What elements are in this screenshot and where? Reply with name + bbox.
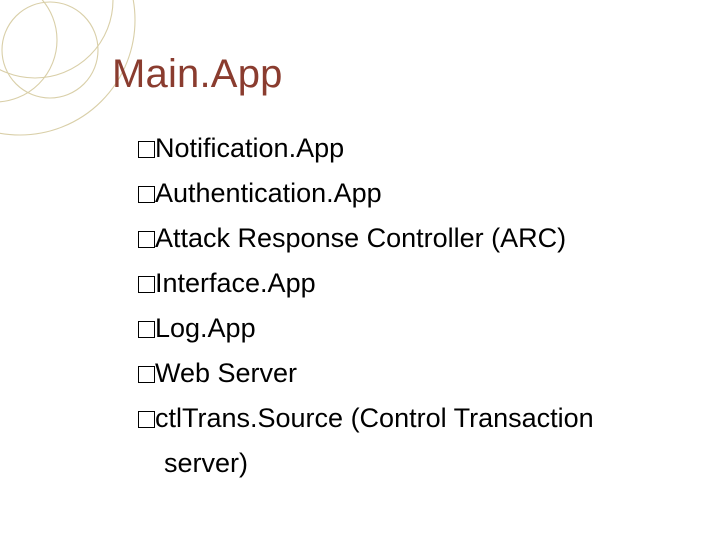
bullet-box-icon [138,141,155,158]
list-item-label: Web Server [155,358,297,388]
list-item: Interface.App [138,261,678,306]
page-title: Main.App [112,52,283,97]
bullet-box-icon [138,186,155,203]
list-item: Attack Response Controller (ARC) [138,216,678,261]
list-item: Notification.App [138,126,678,171]
bullet-box-icon [138,321,155,338]
list-item-label: Log.App [155,313,256,343]
bullet-box-icon [138,411,155,428]
list-item-label: Interface.App [155,268,316,298]
list-item: Web Server [138,351,678,396]
list-item-continuation: server) [138,441,678,486]
list-item-label: Notification.App [155,133,344,163]
bullet-list: Notification.App Authentication.App Atta… [138,126,678,486]
list-item: Log.App [138,306,678,351]
list-item-label: Attack Response Controller (ARC) [155,223,566,253]
list-item: ctlTrans.Source (Control Transaction [138,396,678,441]
list-item: Authentication.App [138,171,678,216]
list-item-label: ctlTrans.Source (Control Transaction [155,403,594,433]
bullet-box-icon [138,366,155,383]
list-item-label: Authentication.App [155,178,382,208]
bullet-box-icon [138,276,155,293]
bullet-box-icon [138,231,155,248]
